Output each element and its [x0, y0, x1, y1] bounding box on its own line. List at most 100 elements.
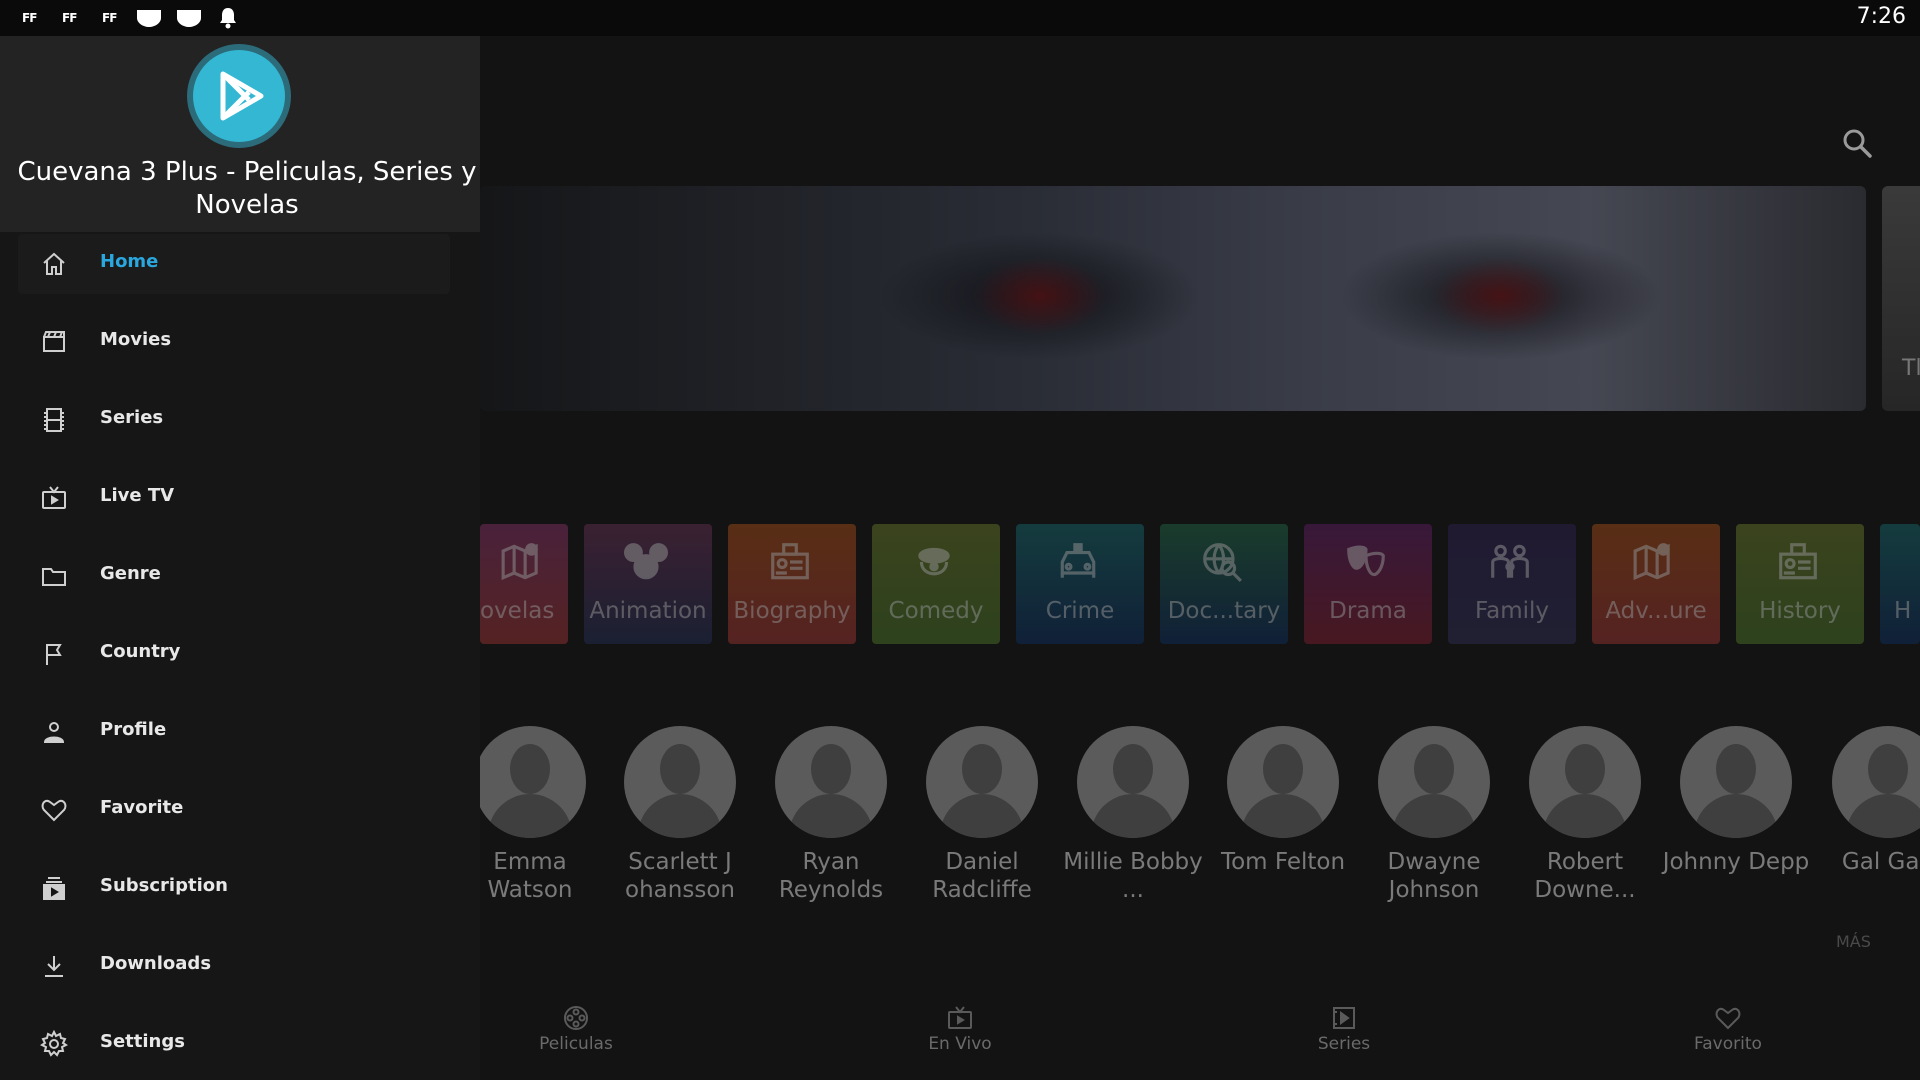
cast-item[interactable]: Gal Gad — [1813, 726, 1920, 876]
heart-icon — [1648, 1004, 1808, 1032]
bell-icon — [218, 8, 238, 29]
drawer-item-settings[interactable]: Settings — [18, 1014, 450, 1074]
cast-item[interactable]: Ryan Reynolds — [756, 726, 906, 904]
flag-icon — [40, 640, 68, 668]
bottom-nav: Peliculas En Vivo Series Favorito — [480, 996, 1920, 1080]
genre-tile[interactable]: Doc...tary — [1160, 524, 1288, 644]
avatar — [926, 726, 1038, 838]
bottom-nav-label: Series — [1317, 1034, 1371, 1054]
genre-label: History — [1759, 598, 1841, 624]
genre-tile[interactable]: Animation — [584, 524, 712, 644]
drawer-item-favorite[interactable]: Favorite — [18, 780, 450, 840]
drawer-item-label: Favorite — [100, 797, 184, 818]
cast-item[interactable]: Daniel Radcliffe — [907, 726, 1057, 904]
genre-tile[interactable]: ovelas — [480, 524, 568, 644]
drawer-item-label: Downloads — [100, 953, 212, 974]
cast-name: Daniel Radcliffe — [932, 849, 1032, 903]
ff-icon: FF — [22, 11, 37, 25]
drawer-item-label: Home — [100, 251, 159, 272]
genre-label: Comedy — [888, 598, 984, 624]
cast-item[interactable]: Johnny Depp — [1661, 726, 1811, 876]
genre-label: Family — [1474, 598, 1549, 624]
map-icon — [1632, 540, 1680, 584]
avatar — [775, 726, 887, 838]
film-strip-icon — [40, 406, 68, 434]
genre-tile[interactable]: Adv...ure — [1592, 524, 1720, 644]
drawer-item-label: Profile — [100, 719, 167, 740]
avatar — [1832, 726, 1920, 838]
next-banner[interactable]: Tl — [1882, 186, 1920, 411]
avatar — [624, 726, 736, 838]
drawer-item-genre[interactable]: Genre — [18, 546, 450, 606]
family-icon — [1488, 540, 1536, 584]
drawer-item-downloads[interactable]: Downloads — [18, 936, 450, 996]
id-card-icon — [1776, 540, 1824, 584]
drawer-item-label: Subscription — [100, 875, 228, 896]
mouse-ears-icon — [624, 540, 672, 584]
drawer-item-label: Series — [100, 407, 164, 428]
genre-tile[interactable]: Biography — [728, 524, 856, 644]
heart-icon — [40, 796, 68, 824]
drawer-item-label: Movies — [100, 329, 172, 350]
drawer-item-label: Live TV — [100, 485, 175, 506]
genre-label: Drama — [1329, 598, 1407, 624]
navigation-drawer: Cuevana 3 Plus - Peliculas, Series y Nov… — [0, 36, 480, 1080]
next-banner-text: Tl — [1902, 356, 1920, 381]
map-icon — [500, 540, 548, 584]
genre-tile[interactable]: History — [1736, 524, 1864, 644]
bottom-nav-series[interactable]: Series — [1264, 1004, 1424, 1054]
genre-tile[interactable]: H — [1880, 524, 1920, 644]
avatar — [1378, 726, 1490, 838]
cast-item[interactable]: Dwayne Johnson — [1359, 726, 1509, 904]
avatar — [1077, 726, 1189, 838]
drawer-item-series[interactable]: Series — [18, 390, 450, 450]
search-icon[interactable] — [1842, 128, 1872, 158]
globe-search-icon — [1200, 540, 1248, 584]
cast-item[interactable]: Robert Downe... — [1510, 726, 1660, 904]
drawer-header: Cuevana 3 Plus - Peliculas, Series y Nov… — [0, 36, 480, 232]
bottom-nav-label: Peliculas — [539, 1034, 613, 1054]
drawer-item-home[interactable]: Home — [18, 234, 450, 294]
bottom-nav-peliculas[interactable]: Peliculas — [496, 1004, 656, 1054]
drawer-item-label: Country — [100, 641, 181, 662]
drawer-item-movies[interactable]: Movies — [18, 312, 450, 372]
cast-item[interactable]: Tom Felton — [1208, 726, 1358, 876]
genre-label: Doc...tary — [1167, 598, 1281, 624]
shield-icon — [176, 8, 202, 28]
theater-masks-icon — [1344, 540, 1392, 584]
cast-name: Ryan Reynolds — [778, 849, 884, 903]
genre-label: Crime — [1045, 598, 1115, 624]
play-logo-icon — [220, 71, 264, 121]
clock: 7:26 — [1856, 4, 1906, 29]
cast-name: Tom Felton — [1220, 849, 1346, 875]
film-reel-icon — [496, 1004, 656, 1032]
genre-tile[interactable]: Drama — [1304, 524, 1432, 644]
more-link[interactable]: MÁS — [1836, 932, 1871, 951]
cast-name: Scarlett J ohansson — [625, 849, 735, 903]
cast-item[interactable]: Scarlett J ohansson — [605, 726, 755, 904]
home-icon — [40, 250, 68, 278]
genre-tile[interactable]: Family — [1448, 524, 1576, 644]
bottom-nav-favorito[interactable]: Favorito — [1648, 1004, 1808, 1054]
cast-name: Millie Bobby ... — [1063, 849, 1203, 903]
id-card-icon — [768, 540, 816, 584]
bottom-nav-label: En Vivo — [928, 1034, 992, 1054]
status-bar: FF FF FF 7:26 — [0, 0, 1920, 36]
genre-tile[interactable]: Crime — [1016, 524, 1144, 644]
featured-banner[interactable] — [480, 186, 1866, 411]
police-car-icon — [1056, 540, 1104, 584]
drawer-item-live-tv[interactable]: Live TV — [18, 468, 450, 528]
drawer-item-profile[interactable]: Profile — [18, 702, 450, 762]
avatar — [1529, 726, 1641, 838]
bottom-nav-en-vivo[interactable]: En Vivo — [880, 1004, 1040, 1054]
cast-item[interactable]: Millie Bobby ... — [1058, 726, 1208, 904]
drawer-item-subscription[interactable]: Subscription — [18, 858, 450, 918]
genre-label: Animation — [589, 598, 707, 624]
ff-icon: FF — [62, 11, 77, 25]
cast-name: Robert Downe... — [1534, 849, 1636, 903]
genre-tile[interactable]: Comedy — [872, 524, 1000, 644]
ff-icon: FF — [102, 11, 117, 25]
clown-icon — [912, 540, 960, 584]
drawer-item-label: Settings — [100, 1031, 185, 1052]
drawer-item-country[interactable]: Country — [18, 624, 450, 684]
